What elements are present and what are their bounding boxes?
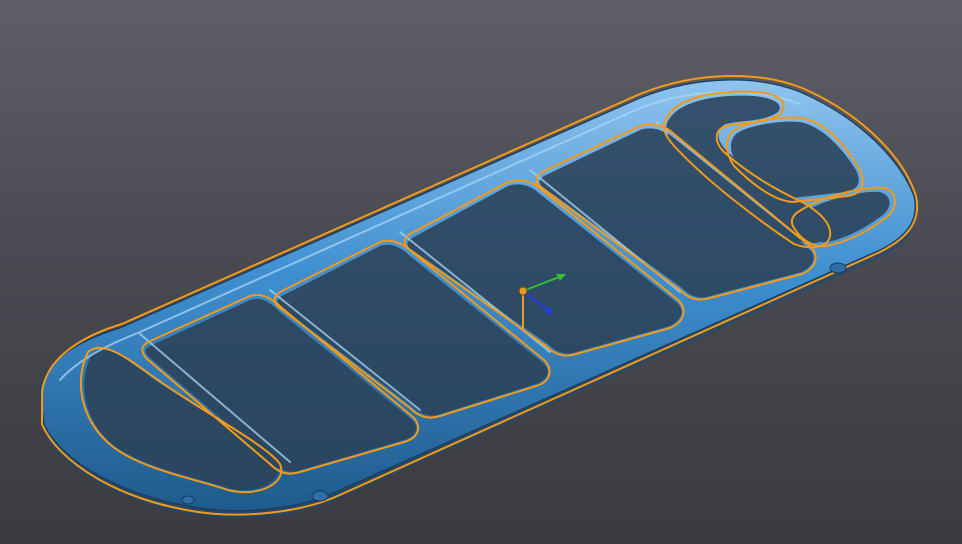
ladder-frame-mesh[interactable] bbox=[39, 75, 919, 519]
pivot-point-icon[interactable] bbox=[518, 286, 528, 296]
3d-viewport[interactable] bbox=[0, 0, 962, 544]
scene-canvas[interactable] bbox=[0, 0, 962, 544]
